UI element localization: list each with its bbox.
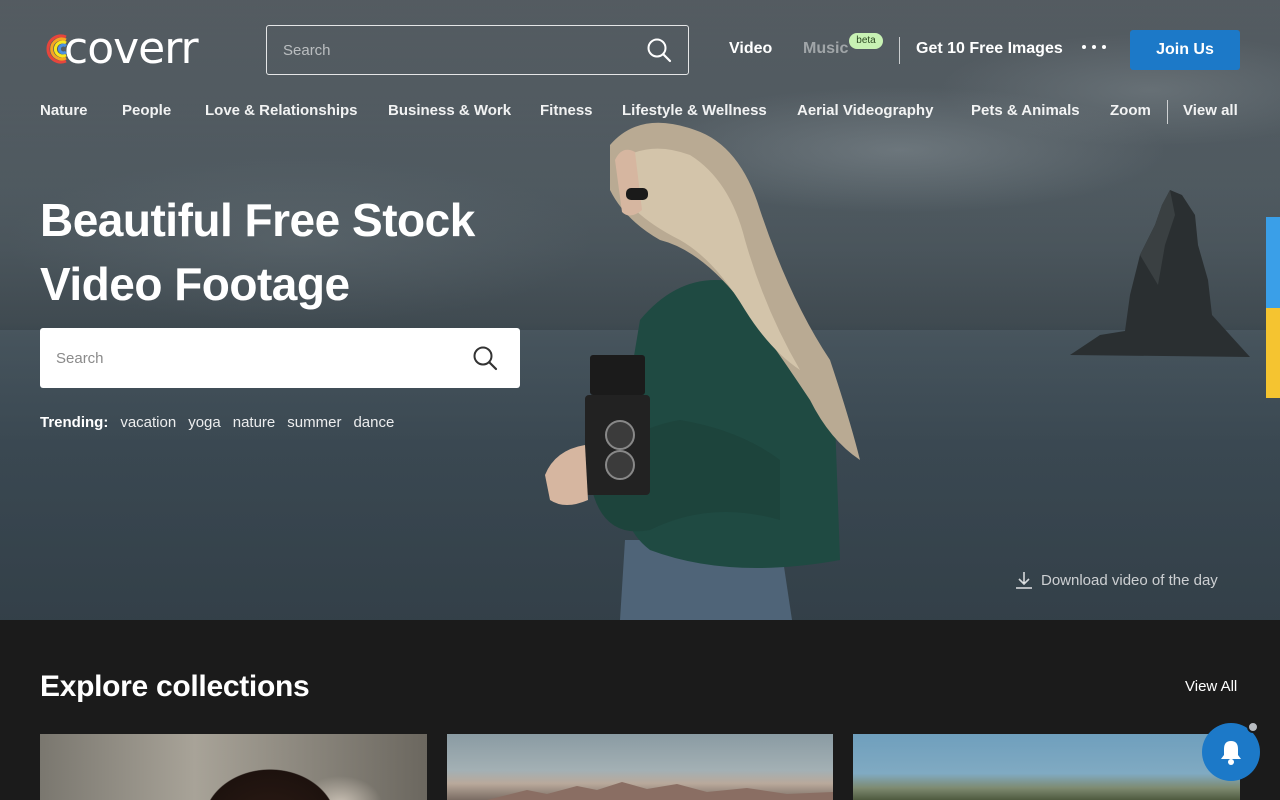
hero-search-input[interactable]: Search — [40, 328, 520, 388]
collection-card[interactable] — [447, 734, 833, 800]
explore-collections-title: Explore collections — [40, 670, 310, 703]
category-aerial-videography[interactable]: Aerial Videography — [797, 102, 933, 119]
trending-tag-yoga[interactable]: yoga — [188, 414, 221, 431]
hero-title: Beautiful Free Stock Video Footage — [40, 188, 560, 316]
more-dot — [1102, 45, 1106, 49]
category-lifestyle-wellness[interactable]: Lifestyle & Wellness — [622, 102, 767, 119]
nav-free-images-link[interactable]: Get 10 Free Images — [916, 40, 1063, 58]
header-search-input[interactable]: Search — [266, 25, 689, 75]
category-zoom[interactable]: Zoom — [1110, 102, 1151, 119]
more-horizontal-icon[interactable] — [1082, 37, 1106, 57]
category-nature[interactable]: Nature — [40, 102, 88, 119]
notification-indicator — [1247, 721, 1259, 733]
trending-label: Trending: — [40, 414, 109, 431]
trending-tags: Trending: vacation yoga nature summer da… — [40, 414, 394, 431]
hero-title-line-2: Video Footage — [40, 258, 350, 310]
bell-icon — [1221, 741, 1241, 765]
more-dot — [1082, 45, 1086, 49]
logo-text: coverr — [64, 23, 199, 74]
search-icon[interactable] — [472, 345, 498, 371]
collection-card[interactable] — [40, 734, 427, 800]
category-business-work[interactable]: Business & Work — [388, 102, 511, 119]
view-all-collections-link[interactable]: View All — [1185, 678, 1237, 695]
nav-video-link[interactable]: Video — [729, 40, 772, 58]
beta-badge: beta — [849, 33, 883, 49]
trending-tag-dance[interactable]: dance — [353, 414, 394, 431]
download-label: Download video of the day — [1041, 571, 1218, 589]
trending-tag-vacation[interactable]: vacation — [120, 414, 176, 431]
header-search-placeholder: Search — [283, 41, 331, 59]
category-fitness[interactable]: Fitness — [540, 102, 593, 119]
download-video-of-day-link[interactable]: Download video of the day — [1015, 571, 1218, 589]
category-love-relationships[interactable]: Love & Relationships — [205, 102, 358, 119]
trending-tag-summer[interactable]: summer — [287, 414, 341, 431]
mountains-image — [487, 782, 833, 800]
nav-music-link[interactable]: Music — [803, 40, 848, 58]
category-pets-animals[interactable]: Pets & Animals — [971, 102, 1080, 119]
hero-title-line-1: Beautiful Free Stock — [40, 194, 475, 246]
nav-divider — [899, 37, 900, 64]
download-icon — [1016, 572, 1032, 589]
category-divider — [1167, 100, 1168, 124]
woman-with-camera-image — [545, 122, 860, 620]
collection-card[interactable] — [853, 734, 1240, 800]
hero-search-placeholder: Search — [56, 349, 104, 367]
search-icon[interactable] — [646, 37, 672, 63]
side-tab-blue[interactable] — [1266, 217, 1280, 308]
category-view-all[interactable]: View all — [1183, 102, 1238, 119]
more-dot — [1092, 45, 1096, 49]
side-tab-yellow[interactable] — [1266, 308, 1280, 398]
trending-tag-nature[interactable]: nature — [233, 414, 276, 431]
coverr-logo[interactable]: coverr — [40, 23, 199, 74]
category-people[interactable]: People — [122, 102, 171, 119]
sea-rock-image — [1070, 190, 1250, 357]
join-us-button[interactable]: Join Us — [1130, 30, 1240, 70]
